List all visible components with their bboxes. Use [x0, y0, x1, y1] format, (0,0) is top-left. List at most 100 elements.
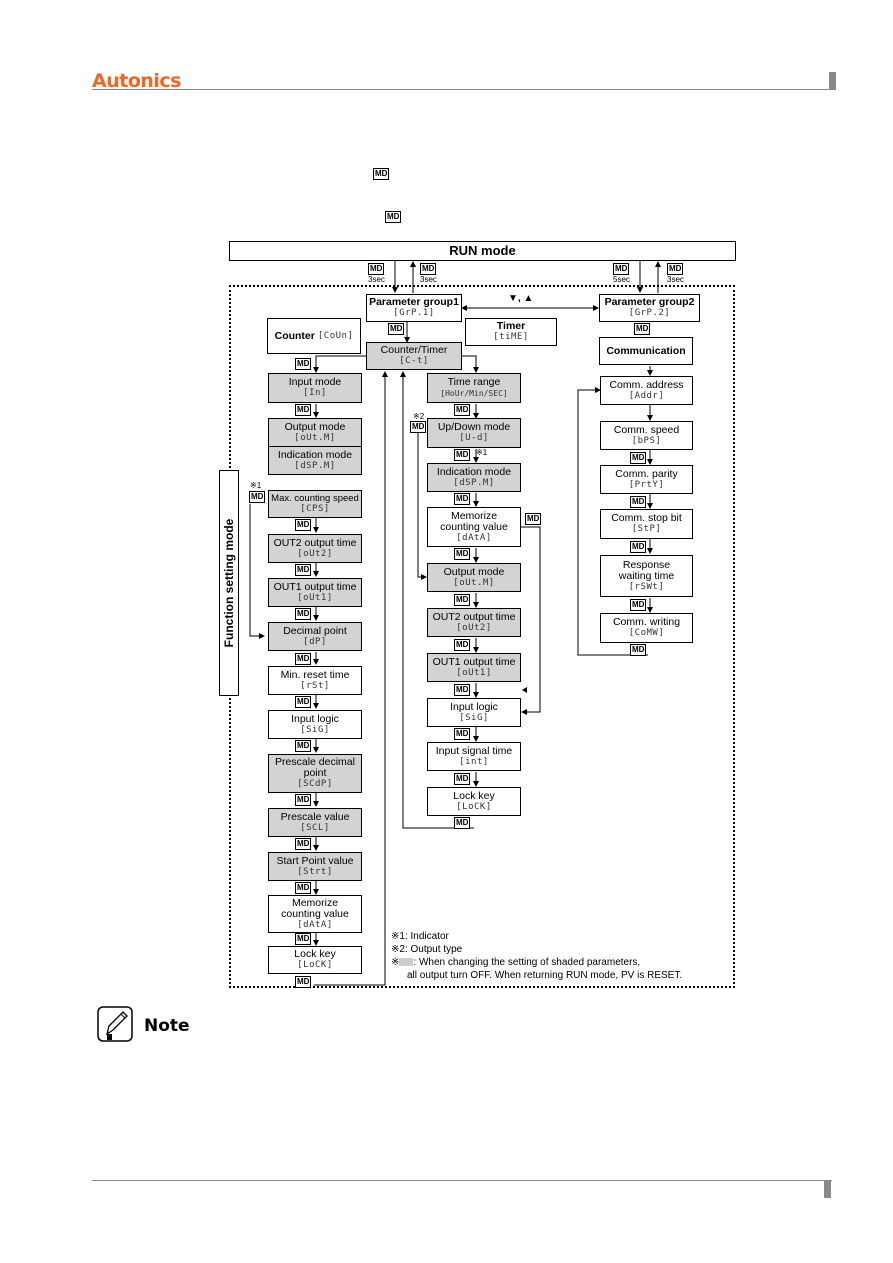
box-title: Counter [274, 329, 315, 342]
md-key-icon: MD [295, 696, 312, 708]
md-key-icon: MD [454, 728, 471, 740]
box-title: Counter/Timer [380, 344, 448, 356]
md-key-icon: MD [420, 263, 437, 275]
param-box: Up/Down mode [U-d] [427, 418, 521, 448]
param-box: Output mode [oUt.M] [268, 418, 362, 447]
md-key-icon: MD [295, 933, 312, 945]
legend-2: ※2: Output type [391, 944, 463, 955]
parameter-group2-box: Parameter group2 [GrP.2] [599, 294, 700, 322]
note-mark: ※1 [476, 448, 488, 457]
param-box: OUT2 output time [oUt2] [268, 534, 362, 563]
function-setting-mode-label: Function setting mode [219, 470, 239, 696]
param-box: Input signal time [int] [427, 742, 521, 771]
md-key-icon: MD [630, 644, 647, 656]
legend-4: all output turn OFF. When returning RUN … [407, 970, 683, 981]
param-box: OUT2 output time [oUt2] [427, 608, 521, 637]
legend-1: ※1: Indicator [391, 931, 449, 942]
param-box: Comm. address [Addr] [600, 376, 693, 405]
box-title: Communication [606, 344, 686, 357]
md-key-icon: MD [667, 263, 684, 275]
param-box: Output mode [oUt.M] [427, 563, 521, 592]
pencil-note-icon [97, 1006, 133, 1042]
md-key-icon: MD [295, 608, 312, 620]
timing-label: 3sec [667, 275, 684, 284]
md-key-icon: MD [454, 404, 471, 416]
md-key-icon: MD [630, 452, 647, 464]
md-key-icon: MD [410, 421, 427, 433]
legend-3: ※: When changing the setting of shaded p… [391, 957, 641, 968]
md-key-icon: MD [295, 404, 312, 416]
timing-label: 3sec [420, 275, 437, 284]
param-box: Comm. stop bit [StP] [600, 509, 693, 539]
md-key-icon: MD [295, 882, 312, 894]
param-box: Memorize counting value [dAtA] [268, 895, 362, 933]
md-key-icon: MD [454, 449, 471, 461]
param-box: Time range [HoUr/Min/SEC] [427, 373, 521, 403]
md-key-icon: MD [454, 548, 471, 560]
param-box: Input logic [SiG] [268, 710, 362, 739]
md-key-icon: MD [454, 684, 471, 696]
md-key-icon: MD [630, 599, 647, 611]
footer-tab-marker [824, 1180, 831, 1198]
box-code: [CoUn] [317, 330, 354, 341]
parameter-group1-box: Parameter group1 [GrP.1] [366, 294, 462, 322]
md-key-icon: MD [295, 740, 312, 752]
md-key-icon: MD [454, 773, 471, 785]
box-title: Parameter group2 [604, 296, 695, 308]
param-box: Memorize counting value [dAtA] [427, 507, 521, 547]
md-key-icon: MD [249, 491, 266, 503]
param-box: Lock key [LoCK] [268, 946, 362, 974]
md-key-icon: MD [613, 263, 630, 275]
md-key-icon: MD [295, 838, 312, 850]
box-code: [GrP.1] [393, 308, 435, 318]
md-key-icon: MD [454, 639, 471, 651]
md-key-icon: MD [454, 817, 471, 829]
md-key-icon: MD [630, 541, 647, 553]
run-mode-box: RUN mode [229, 241, 736, 261]
up-down-keys-icon: ▼, ▲ [508, 293, 534, 304]
timing-label: 5sec [613, 275, 630, 284]
note-heading: Note [144, 1016, 190, 1036]
md-key-icon: MD [295, 794, 312, 806]
param-box: Prescale decimal point [SCdP] [268, 754, 362, 793]
md-key-icon: MD [630, 496, 647, 508]
note-mark: ※2 [413, 412, 425, 421]
counter-timer-box: Counter/Timer [C-t] [366, 342, 462, 370]
param-box: Indication mode [dSP.M] [268, 446, 362, 475]
communication-box: Communication [599, 337, 693, 365]
param-box: Comm. speed [bPS] [600, 421, 693, 450]
md-key-icon: MD [454, 594, 471, 606]
param-box: Response waiting time [rSWt] [600, 555, 693, 597]
param-box: Prescale value [SCL] [268, 808, 362, 837]
param-box: Start Point value [Strt] [268, 852, 362, 881]
param-box: Input mode [In] [268, 373, 362, 403]
md-key-icon: MD [295, 653, 312, 665]
counter-box: Counter [CoUn] [267, 318, 361, 354]
md-key-icon: MD [525, 513, 542, 525]
param-box: Max. counting speed [CPS] [268, 490, 362, 518]
shaded-swatch [399, 958, 414, 967]
md-key-icon: MD [368, 263, 385, 275]
footer-rule [92, 1180, 832, 1181]
param-box: Lock key [LoCK] [427, 787, 521, 816]
box-title: Parameter group1 [369, 296, 459, 308]
timing-label: 3sec [368, 275, 385, 284]
box-code: [tiME] [493, 332, 529, 342]
md-key-icon: MD [295, 976, 312, 988]
md-key-icon: MD [295, 564, 312, 576]
note-mark: ※1 [250, 481, 262, 490]
param-box: OUT1 output time [oUt1] [268, 578, 362, 607]
param-box: Comm. writing [CoMW] [600, 613, 693, 643]
param-box: Min. reset time [rSt] [268, 666, 362, 695]
param-box: Input logic [SiG] [427, 698, 521, 727]
box-title: Timer [496, 320, 526, 332]
md-key-icon: MD [295, 519, 312, 531]
timer-box: Timer [tiME] [465, 318, 557, 346]
md-key-icon: MD [634, 323, 651, 335]
md-key-icon: MD [295, 358, 312, 370]
param-box: Comm. parity [PrtY] [600, 465, 693, 494]
box-code: [C-t] [399, 356, 429, 366]
param-box: Indication mode [dSP.M] [427, 463, 521, 492]
md-key-icon: MD [454, 493, 471, 505]
box-code: [GrP.2] [628, 308, 671, 318]
